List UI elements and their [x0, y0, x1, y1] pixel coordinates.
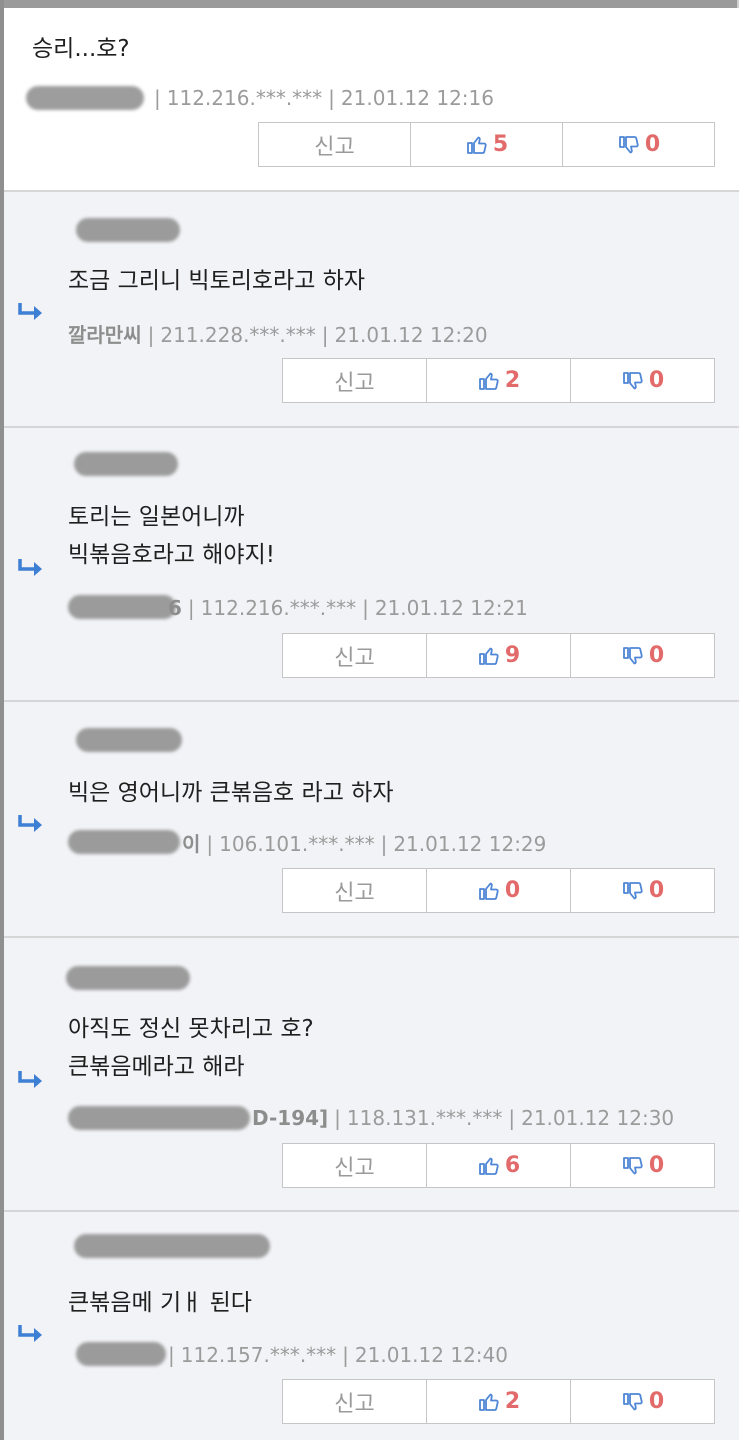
downvote-count: 0 [648, 368, 665, 393]
reply-item: 큰볶음메 기ㅐ 된다 | 112.157.***.*** | 21.01.12 12:… [4, 1210, 739, 1440]
comment-ip: 112.157.***.*** [180, 1343, 337, 1367]
redacted-author [68, 595, 176, 619]
comment-actions: 신고 0 0 [282, 868, 715, 913]
report-button[interactable]: 신고 [283, 869, 427, 912]
thumbs-down-icon [622, 1156, 643, 1174]
upvote-button[interactable]: 6 [427, 1144, 571, 1187]
comment-meta: 깔라만씨 | 211.228.***.*** | 21.01.12 12:20 [68, 323, 488, 347]
comment-date: 21.01.12 12:30 [521, 1106, 675, 1130]
redacted-parent-author [76, 218, 180, 242]
top-bar [0, 0, 739, 8]
comment-actions: 신고 2 0 [282, 358, 715, 403]
comment-meta: | 112.216.***.*** | 21.01.12 12:16 [154, 86, 494, 110]
comment-author[interactable]: 이 [182, 832, 200, 856]
upvote-button[interactable]: 9 [427, 634, 571, 677]
comment-meta: D-194] | 118.131.***.*** | 21.01.12 12:30 [252, 1106, 675, 1130]
comment-text: 토리는 일본어니까 빅볶음호라고 해야지! [68, 504, 275, 568]
upvote-button[interactable]: 0 [427, 869, 571, 912]
redacted-author [68, 1106, 250, 1130]
comment-date: 21.01.12 12:29 [393, 832, 547, 856]
redacted-parent-author [76, 728, 182, 752]
thumbs-down-icon [622, 646, 643, 664]
comment-author[interactable]: D-194] [252, 1106, 328, 1130]
comment-ip: 112.216.***.*** [166, 86, 323, 110]
upvote-count: 5 [492, 132, 509, 157]
comment-date: 21.01.12 12:16 [340, 86, 494, 110]
comment-text: 빅은 영어니까 큰볶음호 라고 하자 [68, 780, 394, 806]
comment-actions: 신고 9 0 [282, 633, 715, 678]
report-button[interactable]: 신고 [283, 359, 427, 402]
comment-ip: 106.101.***.*** [219, 832, 375, 856]
redacted-parent-author [74, 452, 178, 476]
downvote-button[interactable]: 0 [571, 634, 714, 677]
thumbs-down-icon [622, 1392, 643, 1410]
thumbs-up-icon [478, 882, 499, 900]
reply-item: 빅은 영어니까 큰볶음호 라고 하자 이 | 106.101.***.*** | 21.… [4, 700, 739, 938]
redacted-author [68, 830, 180, 854]
comment-date: 21.01.12 12:20 [334, 323, 488, 347]
comment-actions: 신고 2 0 [282, 1379, 715, 1424]
reply-arrow-icon [18, 559, 42, 576]
report-button[interactable]: 신고 [283, 1144, 427, 1187]
comment-meta: | 112.157.***.*** | 21.01.12 12:40 [168, 1343, 508, 1367]
downvote-button[interactable]: 0 [571, 869, 714, 912]
downvote-button[interactable]: 0 [571, 359, 714, 402]
reply-arrow-icon [18, 1071, 42, 1088]
upvote-count: 2 [504, 1389, 521, 1414]
comment-meta: 6 | 112.216.***.*** | 21.01.12 12:21 [168, 596, 528, 620]
comment-ip: 112.216.***.*** [200, 596, 357, 620]
downvote-button[interactable]: 0 [571, 1144, 714, 1187]
report-button[interactable]: 신고 [259, 123, 411, 166]
thumbs-down-icon [618, 135, 639, 153]
comment-text: 아직도 정신 못차리고 호? 큰볶음메라고 해라 [68, 1016, 314, 1080]
comment-actions: 신고 6 0 [282, 1143, 715, 1188]
thumbs-up-icon [478, 1157, 499, 1175]
comment-meta: 이 | 106.101.***.*** | 21.01.12 12:29 [182, 832, 547, 856]
upvote-count: 0 [504, 878, 521, 903]
downvote-button[interactable]: 0 [571, 1380, 714, 1423]
redacted-parent-author [66, 966, 190, 990]
reply-item: 토리는 일본어니까 빅볶음호라고 해야지! 6 | 112.216.***.*** |… [4, 426, 739, 702]
upvote-button[interactable]: 5 [411, 123, 563, 166]
reply-arrow-icon [18, 815, 42, 832]
comment-actions: 신고 5 0 [258, 122, 715, 167]
comment-date: 21.01.12 12:40 [354, 1343, 508, 1367]
upvote-count: 6 [504, 1153, 521, 1178]
redacted-parent-author [74, 1234, 270, 1258]
report-button[interactable]: 신고 [283, 634, 427, 677]
upvote-count: 9 [504, 643, 521, 668]
thumbs-up-icon [478, 1393, 499, 1411]
thumbs-down-icon [622, 371, 643, 389]
thumbs-down-icon [622, 881, 643, 899]
upvote-button[interactable]: 2 [427, 359, 571, 402]
comment-text: 조금 그리니 빅토리호라고 하자 [68, 268, 366, 294]
redacted-author [76, 1342, 166, 1366]
comment-date: 21.01.12 12:21 [374, 596, 528, 620]
reply-item: 조금 그리니 빅토리호라고 하자 깔라만씨 | 211.228.***.*** | 21… [4, 190, 739, 428]
comment-item: 승리...호? | 112.216.***.*** | 21.01.12 12:16 … [4, 8, 739, 192]
reply-arrow-icon [18, 303, 42, 320]
downvote-count: 0 [644, 132, 661, 157]
upvote-button[interactable]: 2 [427, 1380, 571, 1423]
thumbs-up-icon [466, 136, 487, 154]
comment-author[interactable]: 6 [168, 596, 182, 620]
downvote-count: 0 [648, 643, 665, 668]
downvote-count: 0 [648, 1153, 665, 1178]
thumbs-up-icon [478, 647, 499, 665]
reply-arrow-icon [18, 1325, 42, 1342]
upvote-count: 2 [504, 368, 521, 393]
thumbs-up-icon [478, 372, 499, 390]
reply-item: 아직도 정신 못차리고 호? 큰볶음메라고 해라 D-194] | 118.131.… [4, 936, 739, 1212]
redacted-author [26, 86, 144, 110]
comment-text: 승리...호? [32, 36, 130, 62]
comment-author[interactable]: 깔라만씨 [68, 323, 142, 347]
comment-ip: 118.131.***.*** [346, 1106, 503, 1130]
comment-ip: 211.228.***.*** [160, 323, 316, 347]
downvote-button[interactable]: 0 [563, 123, 714, 166]
downvote-count: 0 [648, 1389, 665, 1414]
report-button[interactable]: 신고 [283, 1380, 427, 1423]
comment-text: 큰볶음메 기ㅐ 된다 [68, 1290, 252, 1316]
downvote-count: 0 [648, 878, 665, 903]
